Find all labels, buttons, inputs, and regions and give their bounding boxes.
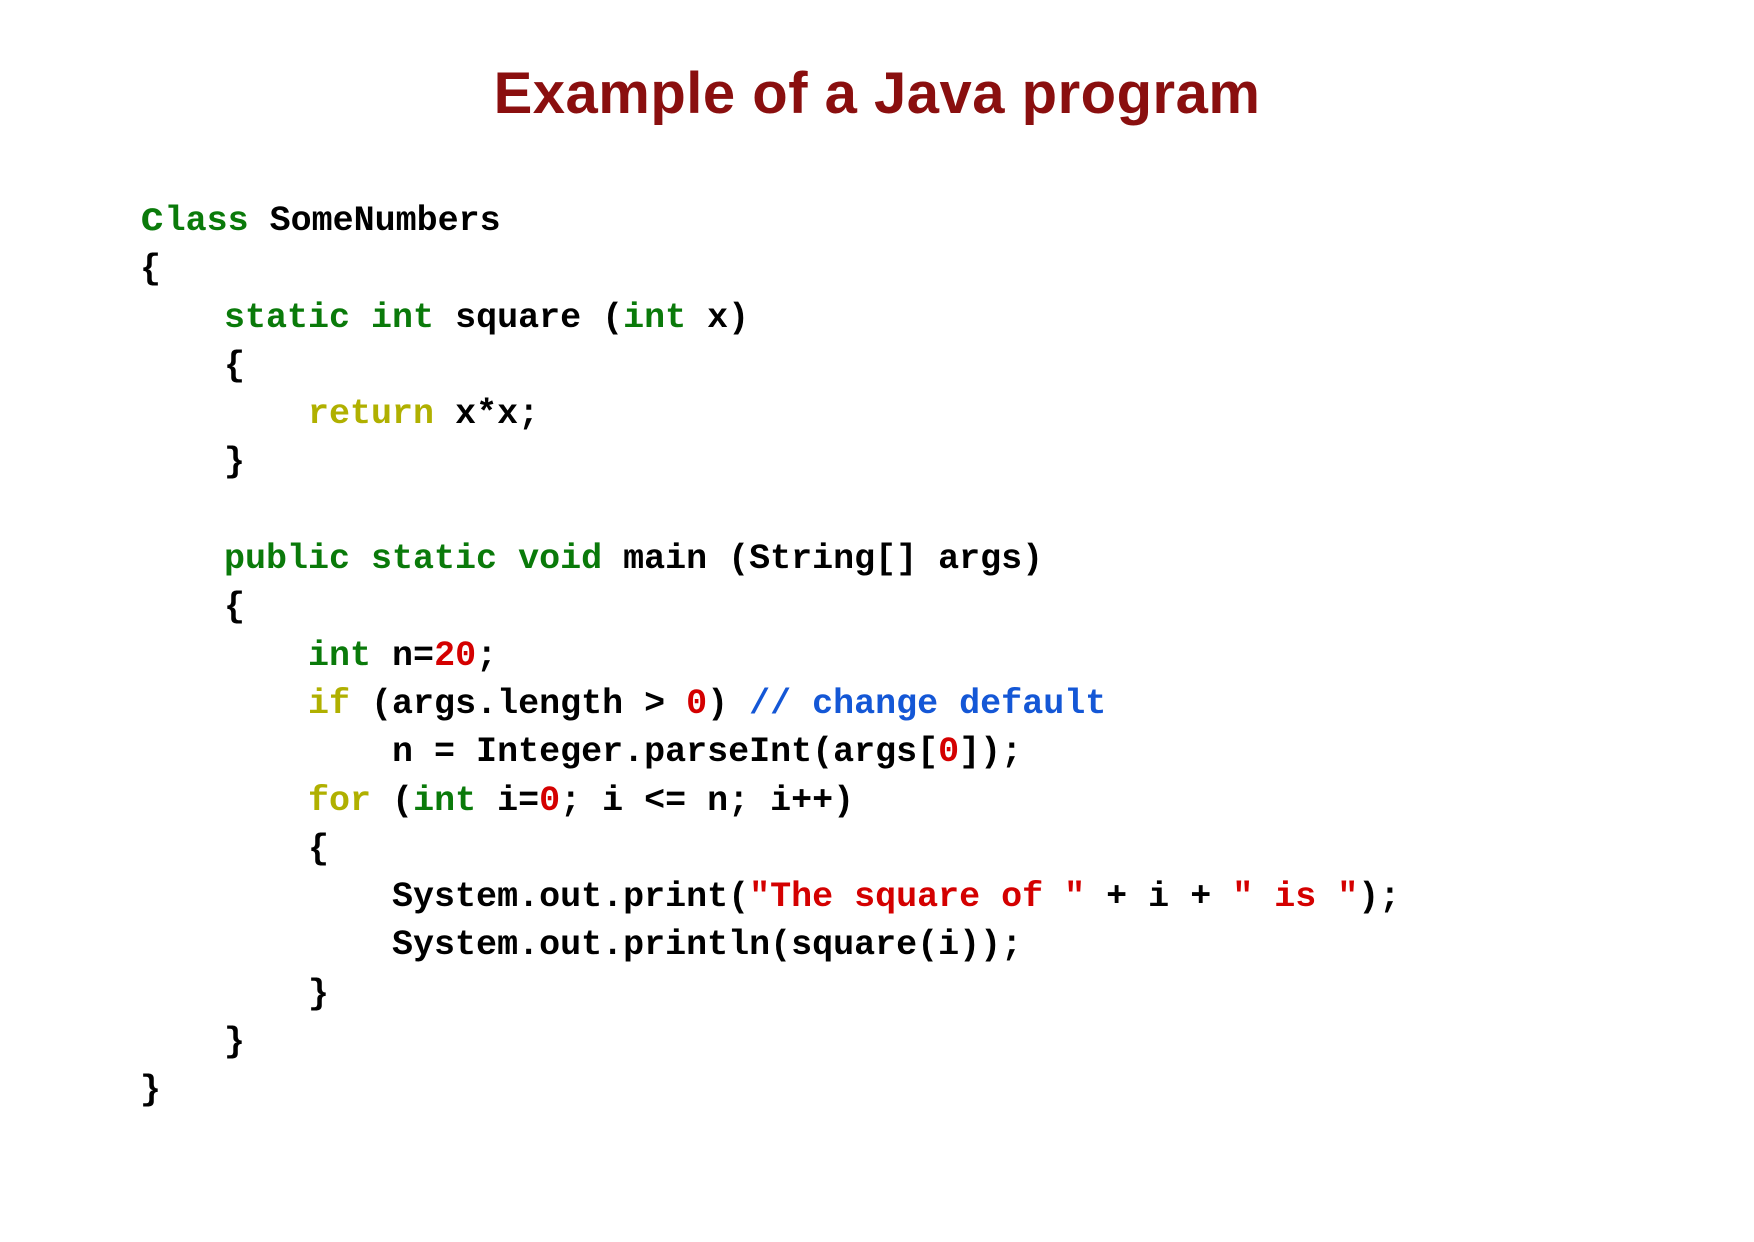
- print-a: System.out.print(: [392, 877, 749, 917]
- code-block: class SomeNumbers { static int square (i…: [140, 197, 1614, 1115]
- num-0: 0: [686, 684, 707, 724]
- kw-int: int: [413, 781, 476, 821]
- for-c: ; i <= n; i++): [560, 781, 854, 821]
- kw-public-static-void: public static void: [224, 539, 602, 579]
- var-n: n=: [371, 636, 434, 676]
- kw-if: if: [308, 684, 350, 724]
- slide: Example of a Java program class SomeNumb…: [0, 0, 1754, 1242]
- class-name: SomeNumbers: [249, 201, 501, 241]
- kw-class-c: c: [140, 197, 165, 243]
- brace-close: }: [224, 1022, 245, 1062]
- brace-close: }: [224, 442, 245, 482]
- comment: // change default: [728, 684, 1106, 724]
- kw-return: return: [308, 394, 434, 434]
- for-a: (: [371, 781, 413, 821]
- num-0: 0: [938, 732, 959, 772]
- slide-title: Example of a Java program: [140, 60, 1614, 127]
- num-0: 0: [539, 781, 560, 821]
- brace-open: {: [308, 829, 329, 869]
- if-cond-a: (args.length >: [350, 684, 686, 724]
- semicolon: ;: [476, 636, 497, 676]
- string-1: "The square of ": [749, 877, 1085, 917]
- for-b: i=: [476, 781, 539, 821]
- kw-int: int: [308, 636, 371, 676]
- param-x: x): [686, 298, 749, 338]
- brace-open: {: [140, 249, 161, 289]
- method-square: square (: [434, 298, 623, 338]
- println: System.out.println(square(i));: [392, 925, 1022, 965]
- brace-close: }: [140, 1070, 161, 1110]
- brace-open: {: [224, 346, 245, 386]
- if-cond-b: ): [707, 684, 728, 724]
- kw-for: for: [308, 781, 371, 821]
- kw-int: int: [623, 298, 686, 338]
- print-c: );: [1358, 877, 1400, 917]
- kw-class: lass: [165, 201, 249, 241]
- brace-close: }: [308, 974, 329, 1014]
- method-main: main (String[] args): [602, 539, 1043, 579]
- string-2: " is ": [1232, 877, 1358, 917]
- stmt-parseint-a: n = Integer.parseInt(args[: [392, 732, 938, 772]
- return-expr: x*x;: [434, 394, 539, 434]
- brace-open: {: [224, 587, 245, 627]
- kw-static-int: static int: [224, 298, 434, 338]
- num-20: 20: [434, 636, 476, 676]
- print-b: + i +: [1085, 877, 1232, 917]
- stmt-parseint-b: ]);: [959, 732, 1022, 772]
